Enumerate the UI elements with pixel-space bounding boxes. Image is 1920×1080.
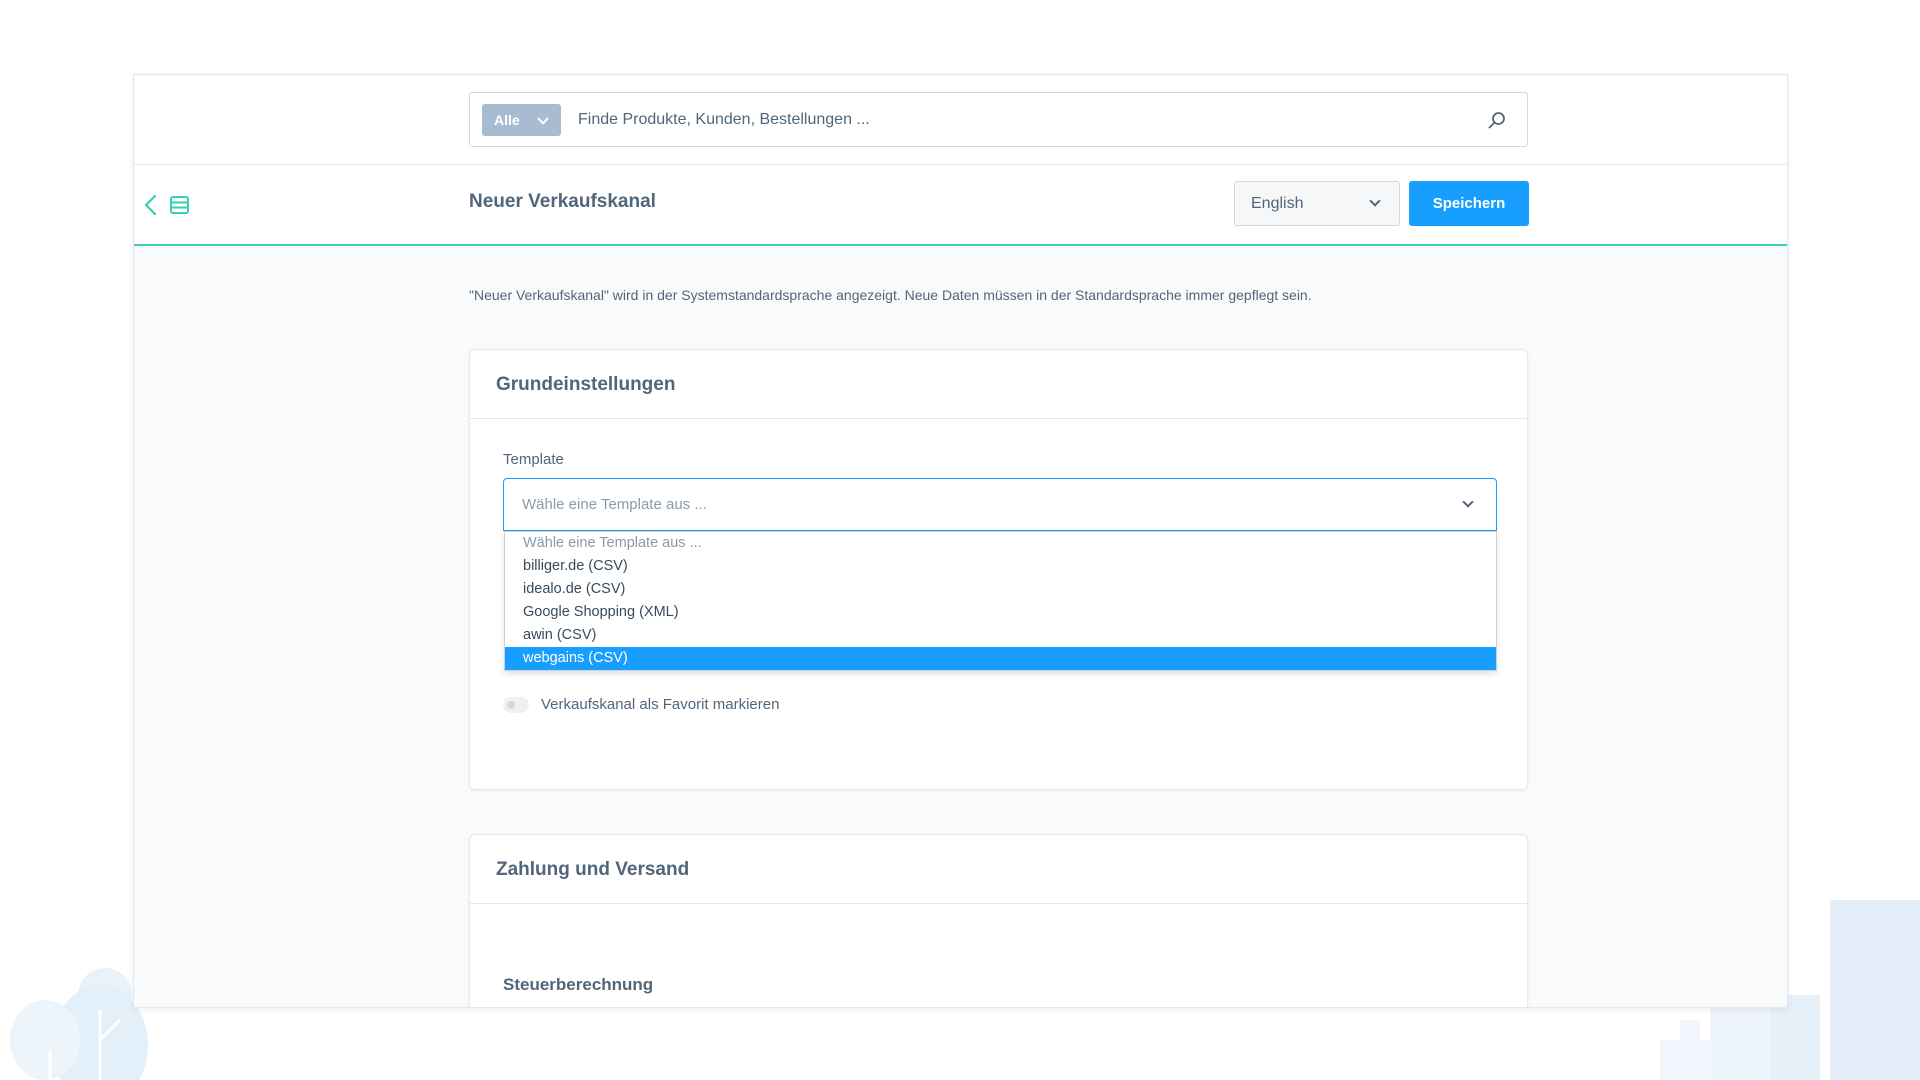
language-select-value: English <box>1251 195 1304 212</box>
search-icon[interactable] <box>1487 110 1507 130</box>
top-search-bar: Alle <box>134 75 1787 165</box>
chevron-left-icon[interactable] <box>141 193 161 217</box>
save-button[interactable]: Speichern <box>1409 181 1529 226</box>
dropdown-option[interactable]: billiger.de (CSV) <box>505 555 1496 578</box>
dropdown-option-selected[interactable]: webgains (CSV) <box>505 647 1496 670</box>
app-window: Alle Neuer Verkaufskanal English Speiche… <box>133 74 1788 1008</box>
page-header: Neuer Verkaufskanal English Speichern <box>134 165 1787 246</box>
page-title: Neuer Verkaufskanal <box>469 191 656 212</box>
dropdown-option[interactable]: Wähle eine Template aus ... <box>505 532 1496 555</box>
favorite-toggle-label: Verkaufskanal als Favorit markieren <box>541 696 780 713</box>
template-label: Template <box>503 451 564 468</box>
payment-shipping-card: Zahlung und Versand Steuerberechnung <box>469 834 1528 1007</box>
toggle-knob <box>507 701 515 709</box>
card-title: Zahlung und Versand <box>470 835 1527 904</box>
basic-settings-card: Grundeinstellungen Template Wähle eine T… <box>469 349 1528 790</box>
search-type-dropdown[interactable]: Alle <box>482 104 561 136</box>
dropdown-option[interactable]: Google Shopping (XML) <box>505 601 1496 624</box>
search-type-label: Alle <box>494 112 520 128</box>
section-subtitle: Steuerberechnung <box>503 975 654 994</box>
card-title: Grundeinstellungen <box>470 350 1527 419</box>
main-content: "Neuer Verkaufskanal" wird in der System… <box>134 248 1787 1007</box>
language-select[interactable]: English <box>1234 181 1400 226</box>
template-select-value: Wähle eine Template aus ... <box>522 496 707 513</box>
info-text: "Neuer Verkaufskanal" wird in der System… <box>469 287 1312 303</box>
chevron-down-icon <box>1462 496 1474 508</box>
dropdown-option[interactable]: awin (CSV) <box>505 624 1496 647</box>
chevron-down-icon <box>1369 195 1381 207</box>
template-select[interactable]: Wähle eine Template aus ... <box>503 478 1497 531</box>
favorite-toggle[interactable] <box>503 697 529 713</box>
search-input[interactable] <box>576 103 1456 137</box>
list-icon[interactable] <box>169 194 191 216</box>
template-dropdown-list: Wähle eine Template aus ... billiger.de … <box>504 531 1497 671</box>
dropdown-option[interactable]: idealo.de (CSV) <box>505 578 1496 601</box>
chevron-down-icon <box>537 113 549 125</box>
search-box: Alle <box>469 92 1528 147</box>
